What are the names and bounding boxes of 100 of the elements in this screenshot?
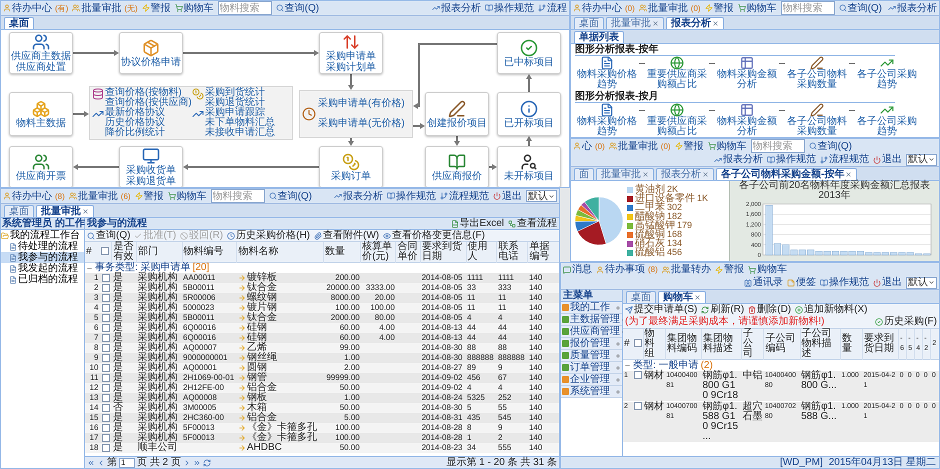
flow-node[interactable]: 供应商报价 — [425, 146, 489, 187]
toolbar-button[interactable]: 批量审批 (0) — [608, 140, 671, 152]
search-field[interactable]: 物料搜索 — [750, 139, 805, 153]
tab[interactable]: 桌面 — [4, 17, 34, 29]
link[interactable]: 采购申请单(无价格) — [318, 119, 405, 129]
checkbox[interactable] — [102, 314, 110, 322]
toolbar-button[interactable]: 退出 — [873, 153, 902, 166]
tab[interactable]: 桌面 — [4, 205, 34, 217]
flow-node[interactable]: 协议价格申请 — [119, 32, 183, 74]
toolbar-button[interactable]: 警报 — [714, 263, 744, 276]
checkbox[interactable] — [102, 414, 110, 422]
toolbar-button[interactable]: 报表分析 — [334, 190, 383, 202]
toolbar-button[interactable]: 操作规范 — [387, 190, 436, 202]
query-button[interactable]: 查询(Q) — [808, 140, 852, 152]
search-field[interactable]: 物料搜索 — [780, 1, 835, 15]
checkbox[interactable] — [102, 404, 110, 412]
action-button[interactable]: 查看附件(W) — [314, 230, 380, 242]
tab[interactable]: 报表分析 — [656, 168, 714, 180]
flow-node[interactable]: 供应商主数据 供应商处置 — [9, 32, 73, 74]
query-button[interactable]: 查询(Q) — [276, 2, 320, 14]
report-link[interactable]: 物料采购金额分析 — [715, 56, 779, 90]
flow-node[interactable]: 物料主数据 — [9, 92, 73, 136]
toolbar-button[interactable]: 购物车 — [168, 190, 207, 202]
link[interactable]: 采购到货统计 — [205, 88, 265, 98]
menu-item[interactable]: 订单管理 — [561, 362, 622, 374]
toolbar-button[interactable]: 警报 — [142, 2, 171, 14]
toolbar-button[interactable]: 批量审批 (6) — [68, 190, 131, 202]
toolbar-button[interactable]: 退出 — [873, 276, 902, 289]
report-link[interactable]: 重要供应商采购额占比 — [645, 56, 709, 90]
action-button[interactable]: 提交申请单(S) — [625, 304, 698, 316]
report-link[interactable]: 各子公司物料采购数量 — [785, 103, 849, 137]
checkbox[interactable] — [102, 344, 110, 352]
action-button[interactable]: 删除(D) — [748, 304, 792, 316]
checkbox[interactable] — [102, 324, 110, 332]
action-button[interactable]: 查看流程 — [508, 218, 557, 229]
tab[interactable]: 批量审批 — [596, 168, 654, 180]
menu-item[interactable]: 质量管理 — [561, 350, 622, 362]
toolbar-button[interactable]: 待办事项 (8) — [596, 263, 658, 276]
toolbar-button[interactable]: 流程 — [538, 2, 567, 14]
flow-node[interactable]: 创建报价项目 — [425, 92, 489, 136]
checkbox[interactable] — [102, 294, 110, 302]
link[interactable]: 采购退货统计 — [205, 98, 265, 108]
checkbox[interactable] — [102, 424, 110, 432]
toolbar-button[interactable]: 待办中心 (8) — [3, 190, 65, 202]
toolbar-button[interactable]: 报表分析 — [714, 153, 763, 166]
tab[interactable]: 报表分析 — [666, 17, 724, 29]
tree-item[interactable]: 我参与的流程 — [1, 252, 84, 263]
user-dropdown[interactable]: 默认 — [906, 154, 937, 166]
tree-item[interactable]: 待处理的流程 — [1, 241, 84, 252]
toolbar-button[interactable]: 通讯录 — [744, 276, 783, 289]
link[interactable]: 最新价格协议 — [105, 108, 165, 118]
toolbar-button[interactable]: 批量转办 — [662, 263, 711, 276]
flow-node[interactable]: 采购订单 — [319, 146, 383, 187]
user-dropdown[interactable]: 默认 — [906, 276, 937, 288]
action-button[interactable]: 查询(Q) — [87, 230, 130, 242]
menu-item[interactable]: 报价管理 — [561, 338, 622, 350]
toolbar-button[interactable]: 操作规范 — [767, 153, 816, 166]
query-button[interactable]: 查询(Q) — [268, 190, 312, 202]
report-link[interactable]: 各子公司采购趋势 — [855, 103, 919, 137]
toolbar-button[interactable]: 流程规范 — [820, 153, 869, 166]
tree-item[interactable]: 我发起的流程 — [1, 263, 84, 274]
link[interactable]: 采购申请单(有价格) — [318, 99, 405, 109]
last-page-button[interactable] — [192, 458, 201, 466]
tab[interactable]: 单据列表 — [574, 31, 624, 43]
report-link[interactable]: 物料采购金额分析 — [715, 103, 779, 137]
action-button[interactable]: 历史采购价格(H) — [227, 230, 310, 242]
tab[interactable]: 购物车 — [658, 291, 706, 303]
checkbox[interactable] — [102, 354, 110, 362]
menu-item[interactable]: 主数据管理 — [561, 314, 622, 326]
toolbar-button[interactable]: 报表分析 — [432, 2, 481, 14]
report-link[interactable]: 各子公司物料采购数量 — [785, 56, 849, 90]
checkbox[interactable] — [102, 304, 110, 312]
menu-item[interactable]: 系统管理 — [561, 386, 622, 398]
previous-page-button[interactable] — [97, 458, 105, 466]
toolbar-button[interactable]: 警报 — [674, 140, 704, 152]
link[interactable]: 未接收申请汇总 — [205, 128, 275, 138]
link[interactable]: 查询价格(按物料) — [105, 88, 192, 98]
toolbar-button[interactable]: 报表分析 — [888, 2, 937, 14]
report-link[interactable]: 物料采购价格趋势 — [575, 103, 639, 137]
link[interactable]: 降价比例统计 — [105, 128, 165, 138]
link[interactable]: 采购申请跟踪 — [205, 108, 275, 118]
link[interactable]: 查询价格(按供应商) — [105, 98, 192, 108]
flow-node[interactable]: 已开标项目 — [497, 92, 561, 136]
menu-item[interactable]: 企业管理 — [561, 374, 622, 386]
checkbox[interactable] — [102, 284, 110, 292]
toolbar-button[interactable]: 流程规范 — [440, 190, 489, 202]
toolbar-button[interactable]: 待办中心 (0) — [573, 2, 635, 14]
flow-node[interactable]: 供应商开票 — [9, 146, 73, 187]
checkbox[interactable] — [102, 434, 110, 442]
checkbox[interactable] — [102, 394, 110, 402]
flow-node[interactable]: 未开标项目 — [497, 146, 561, 187]
search-field[interactable]: 物料搜索 — [210, 189, 265, 203]
link[interactable]: 历史价格协议 — [105, 118, 165, 128]
checkbox[interactable] — [101, 247, 110, 256]
toolbar-button[interactable]: 操作规范 — [820, 276, 869, 289]
toolbar-button[interactable]: 操作规范 — [485, 2, 534, 14]
checkbox[interactable] — [102, 364, 110, 372]
tree-item[interactable]: 已归档的流程 — [1, 274, 84, 285]
report-link[interactable]: 各子公司采购趋势 — [855, 56, 919, 90]
toolbar-button[interactable]: 警报 — [704, 2, 734, 14]
